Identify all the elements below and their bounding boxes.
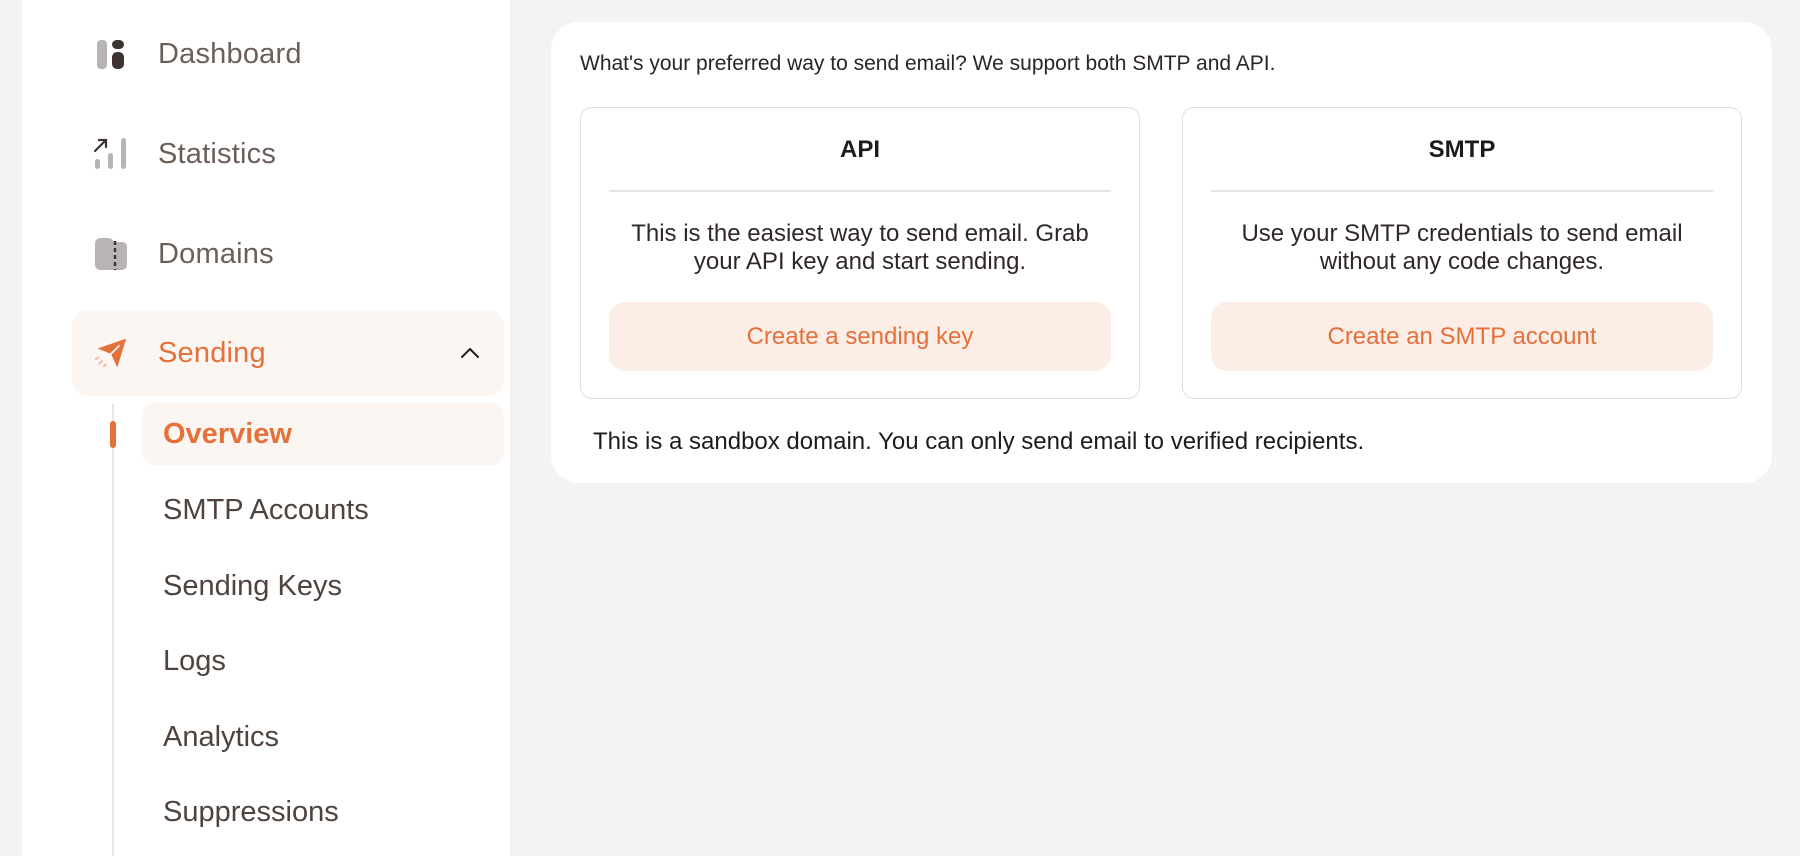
sidebar-item-label: Dashboard [158, 37, 302, 70]
paper-plane-icon [94, 336, 128, 370]
subnav-item-analytics[interactable]: Analytics [142, 706, 504, 768]
statistics-icon [94, 137, 128, 171]
chevron-up-icon[interactable] [458, 341, 482, 365]
domains-icon [94, 237, 128, 271]
subnav-item-label: Suppressions [163, 795, 339, 828]
create-sending-key-button[interactable]: Create a sending key [609, 302, 1111, 371]
subnav-item-label: SMTP Accounts [163, 493, 369, 526]
sidebar-item-label: Domains [158, 237, 274, 270]
subnav-line [112, 404, 114, 856]
sidebar-item-label: Statistics [158, 137, 277, 170]
subnav-item-suppressions[interactable]: Suppressions [142, 781, 504, 843]
option-description: This is the easiest way to send email. G… [631, 220, 1089, 275]
intro-text: What's your preferred way to send email?… [580, 52, 1276, 75]
option-description: Use your SMTP credentials to send email … [1241, 220, 1683, 275]
subnav-item-label: Logs [163, 644, 226, 677]
subnav-item-label: Analytics [163, 720, 280, 753]
sidebar-item-domains[interactable]: Domains [72, 222, 504, 286]
smtp-option-card: SMTP Use your SMTP credentials to send e… [1182, 107, 1742, 399]
subnav-item-logs[interactable]: Logs [142, 630, 504, 692]
sidebar-item-statistics[interactable]: Statistics [72, 122, 504, 186]
subnav-item-smtp-accounts[interactable]: SMTP Accounts [142, 479, 504, 541]
create-smtp-account-button[interactable]: Create an SMTP account [1211, 302, 1713, 371]
sidebar: Dashboard Statistics Domains Sending Ove… [22, 0, 510, 856]
sandbox-notice: This is a sandbox domain. You can only s… [593, 428, 1365, 455]
sidebar-item-dashboard[interactable]: Dashboard [72, 22, 504, 86]
option-title: API [839, 136, 880, 163]
api-option-card: API This is the easiest way to send emai… [580, 107, 1140, 399]
sidebar-item-sending[interactable]: Sending [72, 310, 504, 396]
sidebar-item-label: Sending [158, 336, 266, 369]
subnav-item-label: Overview [163, 417, 292, 450]
subnav-item-label: Sending Keys [163, 569, 342, 602]
divider [1211, 190, 1713, 192]
subnav-item-sending-keys[interactable]: Sending Keys [142, 555, 504, 617]
sending-overview-card: What's your preferred way to send email?… [551, 22, 1772, 483]
dashboard-icon [94, 37, 128, 71]
subnav-item-overview[interactable]: Overview [142, 403, 504, 465]
divider [609, 190, 1111, 192]
option-title: SMTP [1428, 136, 1496, 163]
active-indicator [110, 421, 116, 448]
